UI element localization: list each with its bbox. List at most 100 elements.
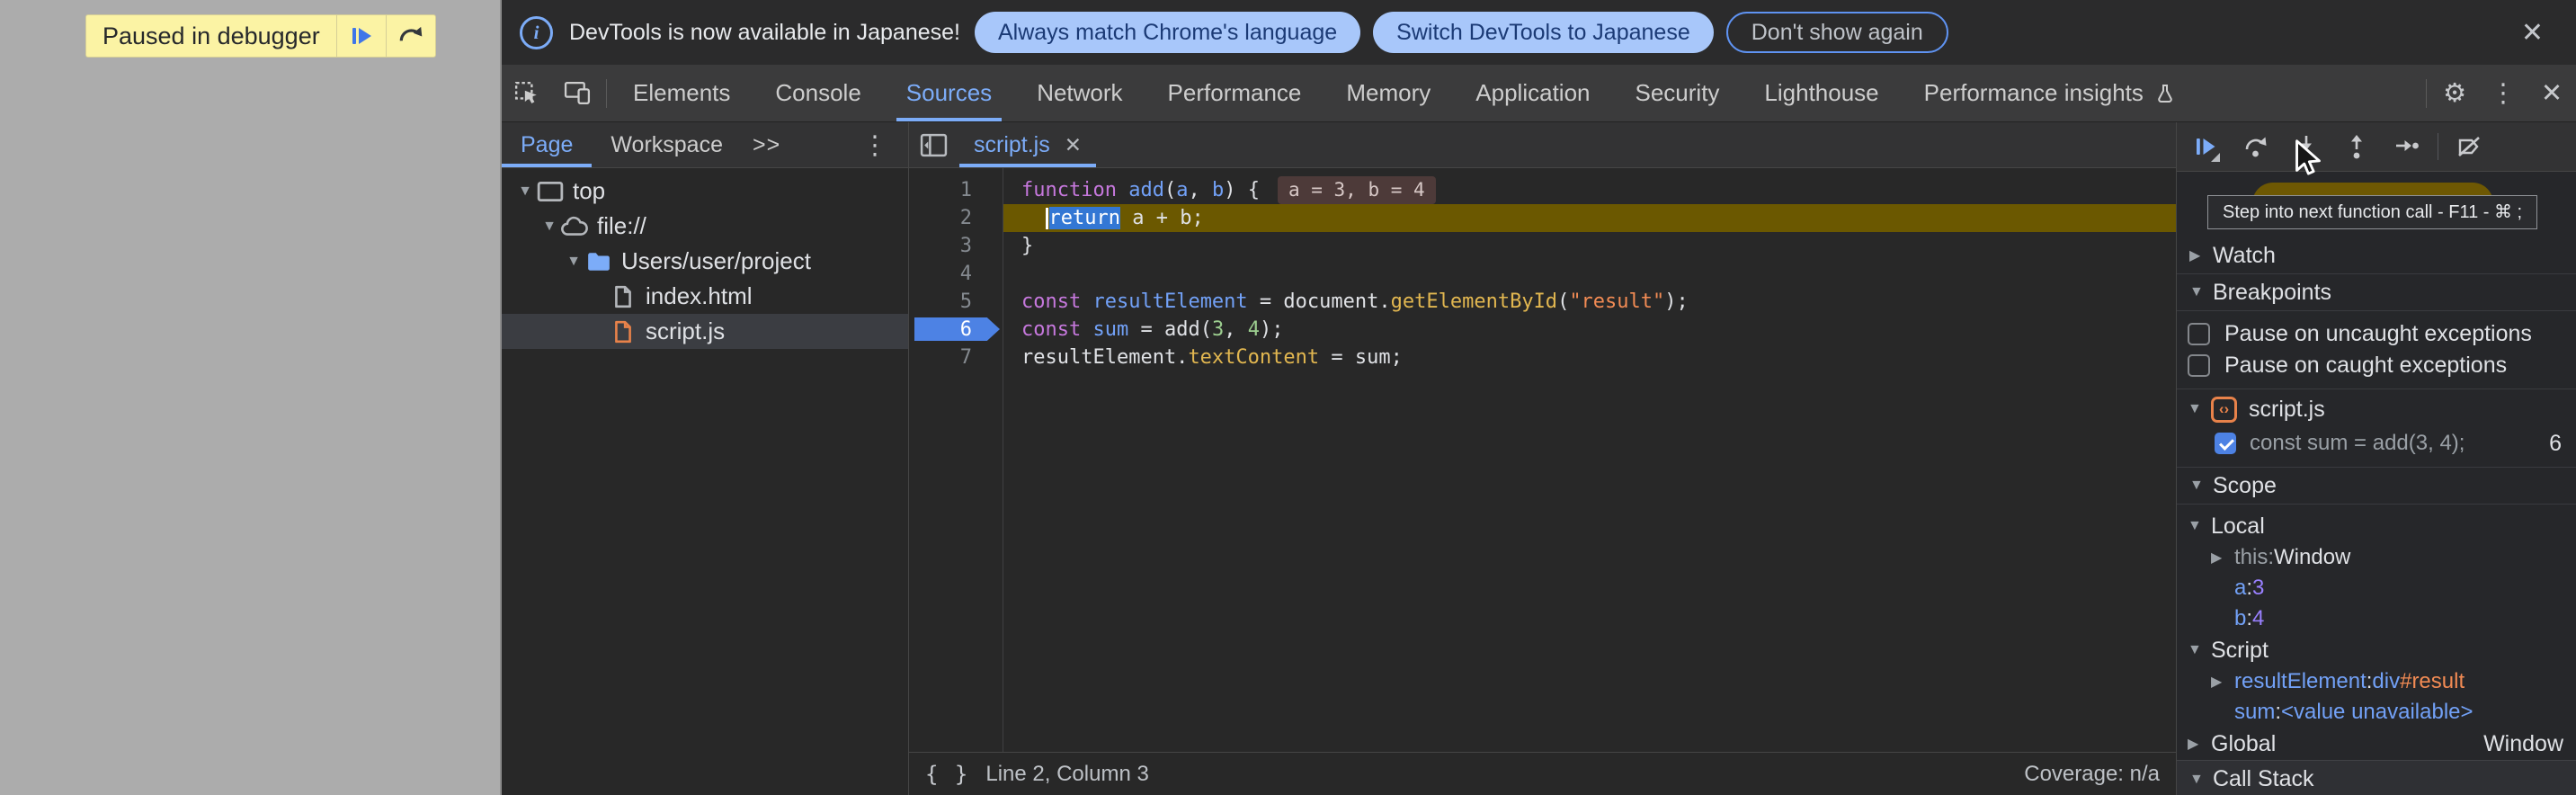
section-watch[interactable]: ▶ Watch [2177, 237, 2576, 274]
code-token: = document. [1248, 290, 1391, 313]
breakpoint-file-row[interactable]: ▼ ‹› script.js [2177, 391, 2576, 427]
breakpoint-checkbox[interactable] [2215, 433, 2236, 454]
code-line-text[interactable]: function add(a, b) {a = 3, b = 4 [1003, 176, 2176, 204]
file-gray-icon [609, 285, 637, 308]
sources-panel: Page Workspace >> ⋮ ▼top▼file://▼Users/u… [502, 122, 2576, 795]
more-options-icon[interactable]: ⋮ [2479, 65, 2527, 121]
tree-item-script-js[interactable]: script.js [502, 314, 908, 349]
line-number[interactable]: 4 [909, 260, 1003, 288]
scope-value-part: : [2246, 576, 2252, 601]
tree-item-file-[interactable]: ▼file:// [502, 209, 908, 244]
code-token: ); [1260, 318, 1284, 341]
code-line-text[interactable]: const sum = add(3, 4); [1003, 316, 2176, 344]
chevron-down-icon[interactable]: ▼ [514, 183, 536, 200]
navigator-menu-icon[interactable]: ⋮ [851, 122, 899, 167]
chevron-down-icon[interactable]: ▼ [2188, 518, 2211, 534]
tab-label: Elements [633, 79, 730, 107]
tab-elements[interactable]: Elements [611, 65, 753, 121]
code-editor[interactable]: 1 function add(a, b) {a = 3, b = 42 retur… [909, 168, 2176, 752]
tab-label: Performance [1168, 79, 1302, 107]
scope-group-script[interactable]: ▼Script [2177, 634, 2576, 666]
pretty-print-icon[interactable]: { } [925, 762, 969, 787]
line-number-label: 1 [960, 179, 972, 201]
pause-caught-checkbox[interactable] [2188, 354, 2210, 377]
tab-security[interactable]: Security [1613, 65, 1743, 121]
toggle-navigator-button[interactable] [909, 122, 958, 167]
tab-label: Sources [906, 79, 992, 107]
chevron-right-icon[interactable]: ▶ [2211, 549, 2234, 567]
breakpoint-marker[interactable]: 6 [909, 316, 1003, 344]
step-button[interactable] [2382, 122, 2432, 171]
step-into-button[interactable] [2281, 122, 2331, 171]
line-number[interactable]: 7 [909, 344, 1003, 371]
chevron-right-icon[interactable]: ▶ [2211, 673, 2234, 691]
chevron-down-icon[interactable]: ▼ [563, 254, 584, 270]
code-line-text[interactable]: return a + b; [1003, 204, 2176, 232]
dont-show-again-button[interactable]: Don't show again [1726, 12, 1948, 53]
inspect-element-button[interactable] [502, 65, 552, 121]
step-over-button[interactable] [387, 15, 435, 57]
scope-property[interactable]: ▶this: Window [2177, 542, 2576, 573]
scope-value-part: 4 [2252, 606, 2264, 631]
tab-label: Console [775, 79, 860, 107]
line-number[interactable]: 3 [909, 232, 1003, 260]
tree-item-top[interactable]: ▼top [502, 174, 908, 209]
step-over-button[interactable] [2231, 122, 2281, 171]
tree-item-users-user-project[interactable]: ▼Users/user/project [502, 244, 908, 279]
chevron-down-icon[interactable]: ▼ [2188, 642, 2211, 658]
scope-group-label: Script [2211, 638, 2268, 664]
more-tabs-icon[interactable]: >> [742, 132, 791, 158]
chevron-down-icon[interactable]: ▼ [539, 219, 560, 235]
call-stack-label: Call Stack [2213, 766, 2314, 792]
settings-gear-icon[interactable]: ⚙ [2430, 65, 2479, 121]
tab-application[interactable]: Application [1453, 65, 1612, 121]
tab-performance[interactable]: Performance [1145, 65, 1324, 121]
code-line-text[interactable]: resultElement.textContent = sum; [1003, 344, 2176, 371]
tab-lighthouse[interactable]: Lighthouse [1742, 65, 1901, 121]
scope-value-part: sum [2234, 700, 2275, 725]
code-line-text[interactable] [1003, 260, 2176, 288]
line-number-label: 7 [960, 346, 972, 369]
panel-tabs: Elements Console Sources Network Performance… [611, 65, 2198, 121]
tab-console[interactable]: Console [753, 65, 883, 121]
scope-property[interactable]: ▶resultElement: div#result [2177, 666, 2576, 697]
resume-execution-button[interactable] [2180, 122, 2231, 171]
device-toolbar-button[interactable] [552, 65, 602, 121]
code-token [1081, 318, 1092, 341]
resume-script-button[interactable] [337, 15, 386, 57]
scope-group-local[interactable]: ▼Local [2177, 510, 2576, 542]
chevron-right-icon[interactable]: ▶ [2188, 735, 2211, 753]
pause-uncaught-checkbox[interactable] [2188, 323, 2210, 345]
tab-sources[interactable]: Sources [884, 65, 1014, 121]
tab-memory[interactable]: Memory [1324, 65, 1453, 121]
section-call-stack[interactable]: ▼ Call Stack [2177, 760, 2576, 795]
tab-performance-insights[interactable]: Performance insights [1902, 65, 2198, 121]
deactivate-breakpoints-button[interactable] [2444, 122, 2494, 171]
code-line-text[interactable]: const resultElement = document.getElemen… [1003, 288, 2176, 316]
tab-workspace[interactable]: Workspace [592, 122, 742, 167]
scope-value-part: this [2234, 545, 2268, 570]
tab-network[interactable]: Network [1014, 65, 1145, 121]
switch-to-japanese-button[interactable]: Switch DevTools to Japanese [1373, 12, 1714, 53]
close-devtools-icon[interactable]: ✕ [2527, 65, 2576, 121]
notification-close-icon[interactable]: ✕ [2521, 17, 2544, 49]
scope-group-global[interactable]: ▶GlobalWindow [2177, 728, 2576, 760]
code-token: } [1021, 235, 1033, 257]
breakpoint-entry-row[interactable]: const sum = add(3, 4); 6 [2177, 427, 2576, 460]
step-out-button[interactable] [2331, 122, 2382, 171]
scope-value-part: resultElement [2234, 669, 2367, 694]
scope-value-part: : [2275, 700, 2281, 725]
section-breakpoints[interactable]: ▼ Breakpoints [2177, 274, 2576, 311]
section-scope[interactable]: ▼ Scope [2177, 468, 2576, 505]
code-line-text[interactable]: } [1003, 232, 2176, 260]
tab-page[interactable]: Page [502, 122, 592, 167]
code-line-7: 7 resultElement.textContent = sum; [909, 344, 2176, 371]
editor-tab-scriptjs[interactable]: script.js ✕ [958, 122, 1098, 167]
line-number[interactable]: 5 [909, 288, 1003, 316]
tree-item-index-html[interactable]: index.html [502, 279, 908, 314]
line-number[interactable]: 1 [909, 176, 1003, 204]
always-match-language-button[interactable]: Always match Chrome's language [975, 12, 1360, 53]
close-tab-icon[interactable]: ✕ [1065, 133, 1082, 157]
line-number[interactable]: 2 [909, 204, 1003, 232]
tab-label: Application [1475, 79, 1590, 107]
